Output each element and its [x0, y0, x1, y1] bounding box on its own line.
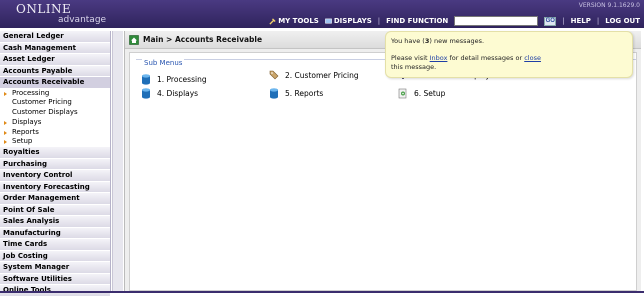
toolbar-separator: |	[562, 17, 565, 25]
sidebar-item-inventory-forecasting[interactable]: Inventory Forecasting	[0, 181, 110, 194]
link-customer-pricing-label: 2. Customer Pricing	[285, 71, 359, 80]
tools-icon	[269, 17, 276, 25]
link-processing[interactable]: 1. Processing	[141, 74, 207, 85]
logo-advantage-text: advantage	[58, 15, 107, 25]
close-popup-link[interactable]: close	[524, 54, 541, 62]
app-logo: ONLINE advantage	[16, 2, 106, 25]
popup-text: this message.	[391, 63, 437, 71]
sidebar-subitem-label: Reports	[12, 127, 39, 136]
help-link[interactable]: HELP	[571, 17, 591, 25]
sidebar-subitem-setup[interactable]: Setup	[0, 137, 110, 148]
link-processing-label: 1. Processing	[157, 75, 207, 84]
link-displays-label: 4. Displays	[157, 89, 199, 98]
displays-icon	[325, 18, 332, 24]
content-area: Sub Menus 1. Processing 2. Customer Pric…	[129, 52, 637, 291]
arrow-icon	[4, 120, 7, 125]
database-icon	[142, 74, 150, 85]
toolbar-separator: |	[596, 17, 600, 25]
link-displays[interactable]: 4. Displays	[141, 88, 198, 99]
logo-online-text: ONLINE	[16, 2, 72, 16]
new-messages-popup: You have (3) new messages. Please visit …	[385, 31, 633, 78]
popup-text: You have (	[391, 37, 425, 45]
version-label: VERSION 9.1.1629.0	[578, 2, 640, 9]
find-function-label: FIND FUNCTION	[386, 17, 449, 25]
popup-text: for detail messages or	[447, 54, 525, 62]
link-setup[interactable]: 6. Setup	[398, 88, 445, 99]
inbox-link[interactable]: Inbox	[430, 54, 448, 62]
link-reports[interactable]: 5. Reports	[269, 88, 323, 99]
price-tag-icon	[269, 70, 279, 80]
sidebar-item-royalties[interactable]: Royalties	[0, 147, 110, 159]
sidebar-subitem-displays[interactable]: Displays	[0, 117, 110, 128]
sidebar-item-asset-ledger[interactable]: Asset Ledger	[0, 54, 110, 66]
sidebar-subitem-processing[interactable]: Processing	[0, 88, 110, 99]
popup-text: Please visit	[391, 54, 430, 62]
sidebar-item-general-ledger[interactable]: General Ledger	[0, 31, 110, 43]
toolbar-separator: |	[377, 17, 381, 25]
sidebar-splitter[interactable]	[112, 31, 123, 293]
sidebar-subitem-label: Processing	[12, 88, 50, 97]
log-out-link[interactable]: LOG OUT	[605, 17, 640, 25]
sidebar-item-order-management[interactable]: Order Management	[0, 193, 110, 205]
link-customer-pricing[interactable]: 2. Customer Pricing	[269, 70, 359, 81]
displays-label: DISPLAYS	[333, 17, 372, 25]
sidebar: General Ledger Cash Management Asset Led…	[0, 31, 111, 297]
arrow-icon	[4, 130, 7, 135]
my-tools-button[interactable]: MY TOOLS	[269, 17, 319, 25]
home-icon[interactable]	[129, 34, 139, 45]
sidebar-item-accounts-payable[interactable]: Accounts Payable	[0, 65, 110, 77]
sidebar-subitem-label: Setup	[12, 137, 33, 146]
popup-message-count: You have (3) new messages.	[391, 37, 484, 45]
go-button[interactable]: GO	[544, 16, 557, 26]
breadcrumb: Main > Accounts Receivable	[143, 35, 263, 44]
top-toolbar: MY TOOLS DISPLAYS | FIND FUNCTION GO | H…	[269, 15, 640, 27]
setup-icon	[398, 88, 407, 99]
sidebar-item-job-costing[interactable]: Job Costing	[0, 250, 110, 263]
database-icon	[142, 88, 150, 99]
sidebar-subitem-label: Displays	[12, 117, 42, 126]
sidebar-item-inventory-control[interactable]: Inventory Control	[0, 170, 110, 182]
find-function-input[interactable]	[454, 16, 539, 26]
sidebar-item-system-manager[interactable]: System Manager	[0, 262, 110, 274]
arrow-icon	[4, 140, 7, 145]
popup-instruction: Please visit Inbox for detail messages o…	[391, 54, 541, 62]
sidebar-subitem-reports[interactable]: Reports	[0, 127, 110, 138]
sidebar-item-sales-analysis[interactable]: Sales Analysis	[0, 216, 110, 228]
sidebar-item-software-utilities[interactable]: Software Utilities	[0, 273, 110, 286]
link-reports-label: 5. Reports	[285, 89, 324, 98]
arrow-icon	[4, 91, 7, 96]
top-bar: ONLINE advantage VERSION 9.1.1629.0 MY T…	[0, 0, 644, 28]
link-setup-label: 6. Setup	[414, 89, 446, 98]
sidebar-item-purchasing[interactable]: Purchasing	[0, 158, 110, 171]
sidebar-item-point-of-sale[interactable]: Point Of Sale	[0, 204, 110, 217]
sub-menus-legend: Sub Menus	[142, 59, 185, 67]
sidebar-item-cash-management[interactable]: Cash Management	[0, 42, 110, 54]
sidebar-subitem-customer-pricing[interactable]: Customer Pricing	[0, 98, 110, 109]
sidebar-item-time-cards[interactable]: Time Cards	[0, 239, 110, 251]
sidebar-item-manufacturing[interactable]: Manufacturing	[0, 227, 110, 240]
my-tools-label: MY TOOLS	[278, 17, 319, 25]
sidebar-subitem-customer-displays[interactable]: Customer Displays	[0, 108, 110, 118]
popup-text: ) new messages.	[429, 37, 485, 45]
database-icon	[270, 88, 278, 99]
displays-button[interactable]: DISPLAYS	[325, 17, 372, 25]
sidebar-item-accounts-receivable[interactable]: Accounts Receivable	[0, 77, 110, 89]
